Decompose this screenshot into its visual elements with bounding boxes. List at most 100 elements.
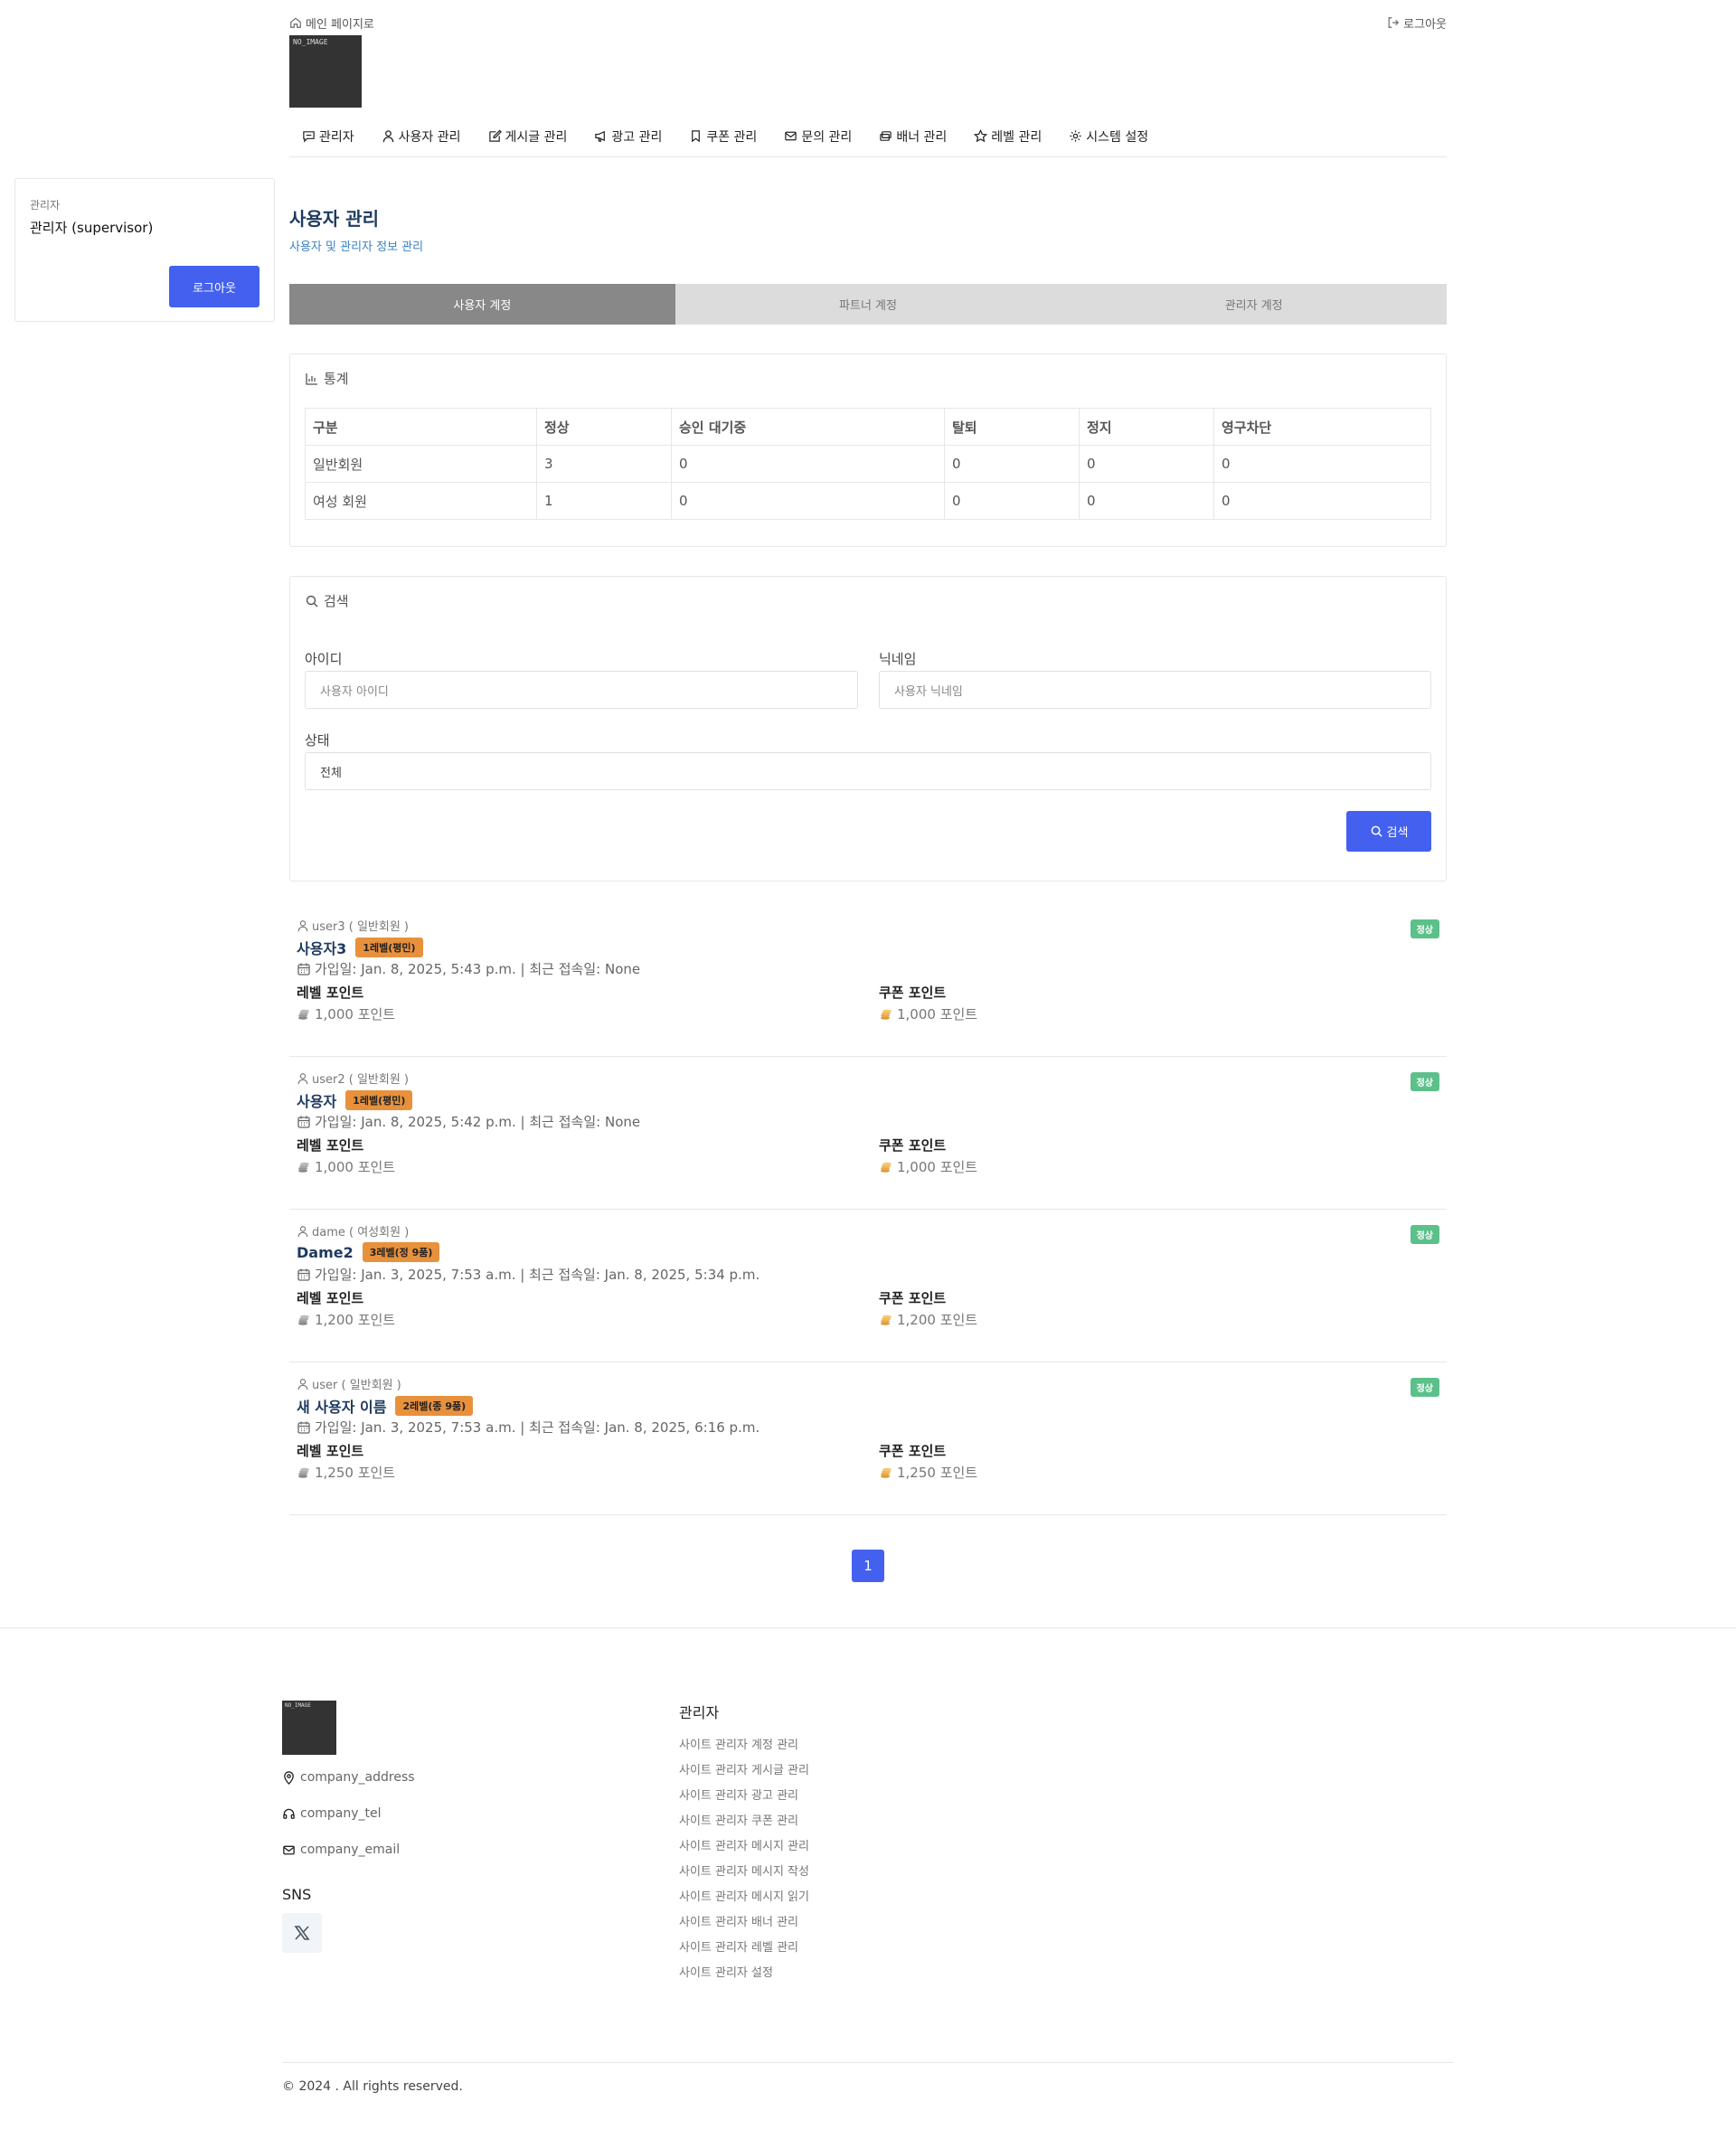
footer-link[interactable]: 사이트 관리자 설정	[679, 1965, 809, 1990]
calendar-icon	[297, 963, 310, 975]
footer-link[interactable]: 사이트 관리자 계정 관리	[679, 1737, 809, 1762]
footer-link[interactable]: 사이트 관리자 메시지 읽기	[679, 1889, 809, 1914]
sidebar-logout-button[interactable]: 로그아웃	[169, 266, 259, 307]
coupon-icon	[692, 130, 701, 143]
level-point-text: 1,000 포인트	[315, 1006, 396, 1023]
footer-link[interactable]: 사이트 관리자 레벨 관리	[679, 1939, 809, 1965]
nav-item-label: 광고 관리	[611, 129, 663, 145]
tab-admin-accounts[interactable]: 관리자 계정	[1061, 284, 1448, 325]
footer-link[interactable]: 사이트 관리자 배너 관리	[679, 1914, 809, 1939]
status-badge: 정상	[1410, 1225, 1439, 1244]
coins-icon	[298, 1162, 309, 1173]
user-list-item[interactable]: dame ( 여성회원 ) Dame2 3레벨(정 9품) 가입일: Jan. …	[289, 1210, 1447, 1362]
nav-item-ads[interactable]: 광고 관리	[594, 127, 662, 146]
user-id: user2 ( 일반회원 )	[297, 1070, 409, 1087]
mail-icon	[283, 1845, 295, 1854]
account-tabs: 사용자 계정 파트너 계정 관리자 계정	[289, 284, 1448, 325]
stats-header-row: 구분 정상 승인 대기중 탈퇴 정지 영구차단	[305, 408, 1431, 446]
user-id-label: dame ( 여성회원 )	[312, 1226, 410, 1239]
nav-item-coupons[interactable]: 쿠폰 관리	[689, 127, 757, 146]
user-list-item[interactable]: user ( 일반회원 ) 새 사용자 이름 2레벨(종 9품) 가입일: Ja…	[289, 1362, 1447, 1515]
nav-item-label: 게시글 관리	[505, 129, 568, 145]
stats-cell: 0	[1213, 445, 1431, 483]
home-icon	[290, 17, 301, 28]
stats-cell: 1	[536, 482, 672, 520]
coins-icon	[298, 1009, 309, 1020]
user-dates-label: 가입일: Jan. 3, 2025, 7:53 a.m. | 최근 접속일: J…	[315, 1419, 760, 1436]
stats-header: 정상	[536, 408, 672, 446]
user-name[interactable]: 사용자3	[297, 937, 346, 958]
user-id: dame ( 여성회원 )	[297, 1222, 409, 1239]
pagination-page-1[interactable]: 1	[852, 1550, 884, 1582]
footer-link[interactable]: 사이트 관리자 메시지 관리	[679, 1838, 809, 1863]
page-title: 사용자 관리	[289, 208, 379, 230]
user-name[interactable]: 새 사용자 이름	[297, 1395, 386, 1417]
user-icon	[297, 1378, 308, 1390]
coins-icon	[298, 1467, 309, 1478]
level-badge: 1레벨(평민)	[345, 1090, 413, 1110]
level-point-value: 1,200 포인트	[297, 1310, 395, 1329]
id-search-input[interactable]: 사용자 아이디	[305, 671, 858, 709]
stats-header: 탈퇴	[944, 408, 1080, 446]
level-point-label: 레벨 포인트	[297, 1290, 364, 1306]
footer-links: 사이트 관리자 계정 관리 사이트 관리자 게시글 관리 사이트 관리자 광고 관리…	[679, 1737, 809, 1990]
level-badge: 3레벨(정 9품)	[362, 1242, 440, 1262]
stats-card: 통계 구분 정상 승인 대기중 탈퇴 정지 영구차단 일반회원 3 0 0 0 …	[289, 353, 1447, 547]
nav-item-admin[interactable]: 관리자	[302, 127, 354, 146]
stats-cell: 0	[944, 445, 1080, 483]
id-field-label: 아이디	[305, 651, 343, 667]
top-logout-link[interactable]: 로그아웃	[1387, 14, 1447, 32]
nav-item-users[interactable]: 사용자 관리	[382, 127, 461, 146]
footer-logo: NO_IMAGE	[282, 1701, 336, 1755]
search-button[interactable]: 검색	[1346, 811, 1431, 852]
level-point-text: 1,250 포인트	[315, 1465, 396, 1481]
nav-item-posts[interactable]: 게시글 관리	[488, 127, 568, 146]
status-select[interactable]: 전체	[305, 752, 1431, 790]
sidebar-profile-card: 관리자 관리자 (supervisor) 로그아웃	[14, 178, 275, 322]
logo-text: NO_IMAGE	[293, 38, 328, 46]
stats-header: 정지	[1079, 408, 1214, 446]
site-logo[interactable]: NO_IMAGE	[289, 35, 362, 108]
home-link[interactable]: 메인 페이지로	[289, 14, 374, 32]
status-field-label: 상태	[305, 732, 330, 749]
user-list-item[interactable]: user3 ( 일반회원 ) 사용자3 1레벨(평민) 가입일: Jan. 8,…	[289, 904, 1447, 1057]
nav-item-levels[interactable]: 레벨 관리	[974, 127, 1042, 146]
level-badge: 2레벨(종 9품)	[395, 1396, 474, 1416]
tab-user-accounts[interactable]: 사용자 계정	[289, 284, 675, 325]
footer-bottom-divider	[282, 2062, 1454, 2063]
sidebar-username: 관리자 (supervisor)	[30, 220, 154, 236]
stats-cell: 0	[944, 482, 1080, 520]
nav-item-settings[interactable]: 시스템 설정	[1069, 127, 1148, 146]
coupon-point-text: 1,000 포인트	[897, 1006, 978, 1023]
level-point-label: 레벨 포인트	[297, 1137, 364, 1154]
coins-gold-icon	[881, 1315, 892, 1325]
nav-item-inquiries[interactable]: 문의 관리	[784, 127, 852, 146]
footer-link[interactable]: 사이트 관리자 게시글 관리	[679, 1762, 809, 1787]
nav-item-label: 시스템 설정	[1086, 129, 1149, 145]
coins-gold-icon	[881, 1162, 892, 1173]
user-dates-label: 가입일: Jan. 8, 2025, 5:42 p.m. | 최근 접속일: N…	[315, 1114, 641, 1130]
level-point-text: 1,200 포인트	[315, 1312, 396, 1328]
stats-cell: 0	[1079, 482, 1214, 520]
gear-icon	[1070, 130, 1081, 142]
nav-item-banners[interactable]: 배너 관리	[879, 127, 947, 146]
nav-item-label: 배너 관리	[896, 129, 948, 145]
nickname-search-input[interactable]: 사용자 닉네임	[879, 671, 1431, 709]
user-list-item[interactable]: user2 ( 일반회원 ) 사용자 1레벨(평민) 가입일: Jan. 8, …	[289, 1057, 1447, 1210]
stats-cell: 일반회원	[305, 445, 537, 483]
x-twitter-button[interactable]	[282, 1913, 322, 1953]
footer-link[interactable]: 사이트 관리자 쿠폰 관리	[679, 1813, 809, 1838]
tab-partner-accounts[interactable]: 파트너 계정	[675, 284, 1061, 325]
user-id-label: user2 ( 일반회원 )	[312, 1073, 410, 1087]
footer-address: company_address	[282, 1770, 415, 1785]
coupon-point-text: 1,250 포인트	[897, 1465, 978, 1481]
status-badge: 정상	[1410, 1072, 1439, 1091]
sidebar-role: 관리자	[30, 199, 61, 212]
footer-link[interactable]: 사이트 관리자 광고 관리	[679, 1787, 809, 1813]
level-point-value: 1,250 포인트	[297, 1463, 395, 1482]
status-badge: 정상	[1410, 1378, 1439, 1397]
user-name[interactable]: Dame2	[297, 1244, 354, 1261]
user-name[interactable]: 사용자	[297, 1089, 336, 1111]
footer-link[interactable]: 사이트 관리자 메시지 작성	[679, 1863, 809, 1889]
stats-table: 구분 정상 승인 대기중 탈퇴 정지 영구차단 일반회원 3 0 0 0 0 여…	[305, 408, 1431, 520]
